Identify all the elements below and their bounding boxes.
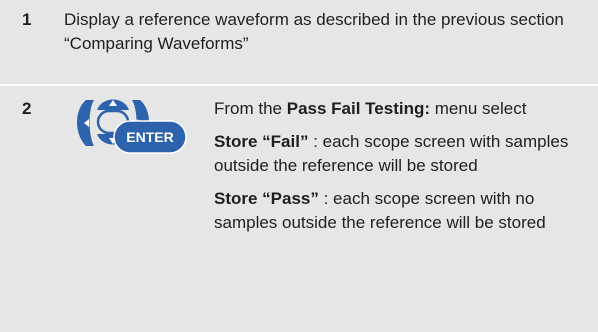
step-number: 2 bbox=[22, 99, 32, 118]
store-fail-option: Store “Fail” : each scope screen with sa… bbox=[214, 130, 594, 178]
navigation-arrow-keys-icon: ENTER bbox=[77, 99, 187, 154]
intro-suffix: menu select bbox=[430, 99, 527, 118]
intro-prefix: From the bbox=[214, 99, 287, 118]
step-number: 1 bbox=[22, 10, 32, 29]
menu-name: Pass Fail Testing: bbox=[286, 99, 431, 118]
instruction-steps: 1 Display a reference waveform as descri… bbox=[0, 0, 598, 332]
store-pass-label: Store “Pass” bbox=[214, 189, 319, 208]
store-fail-label: Store “Fail” bbox=[214, 132, 309, 151]
menu-instruction: From the Pass Fail Testing: menu select bbox=[214, 97, 594, 121]
step-row-2: 2 ENTER From the Pass Fail Testing: menu… bbox=[0, 84, 598, 332]
store-pass-option: Store “Pass” : each scope screen with no… bbox=[214, 187, 594, 235]
enter-button-label: ENTER bbox=[126, 129, 173, 145]
step-row-1: 1 Display a reference waveform as descri… bbox=[0, 0, 598, 84]
step-text: From the Pass Fail Testing: menu select … bbox=[214, 97, 594, 244]
step-text: Display a reference waveform as describe… bbox=[64, 10, 564, 53]
